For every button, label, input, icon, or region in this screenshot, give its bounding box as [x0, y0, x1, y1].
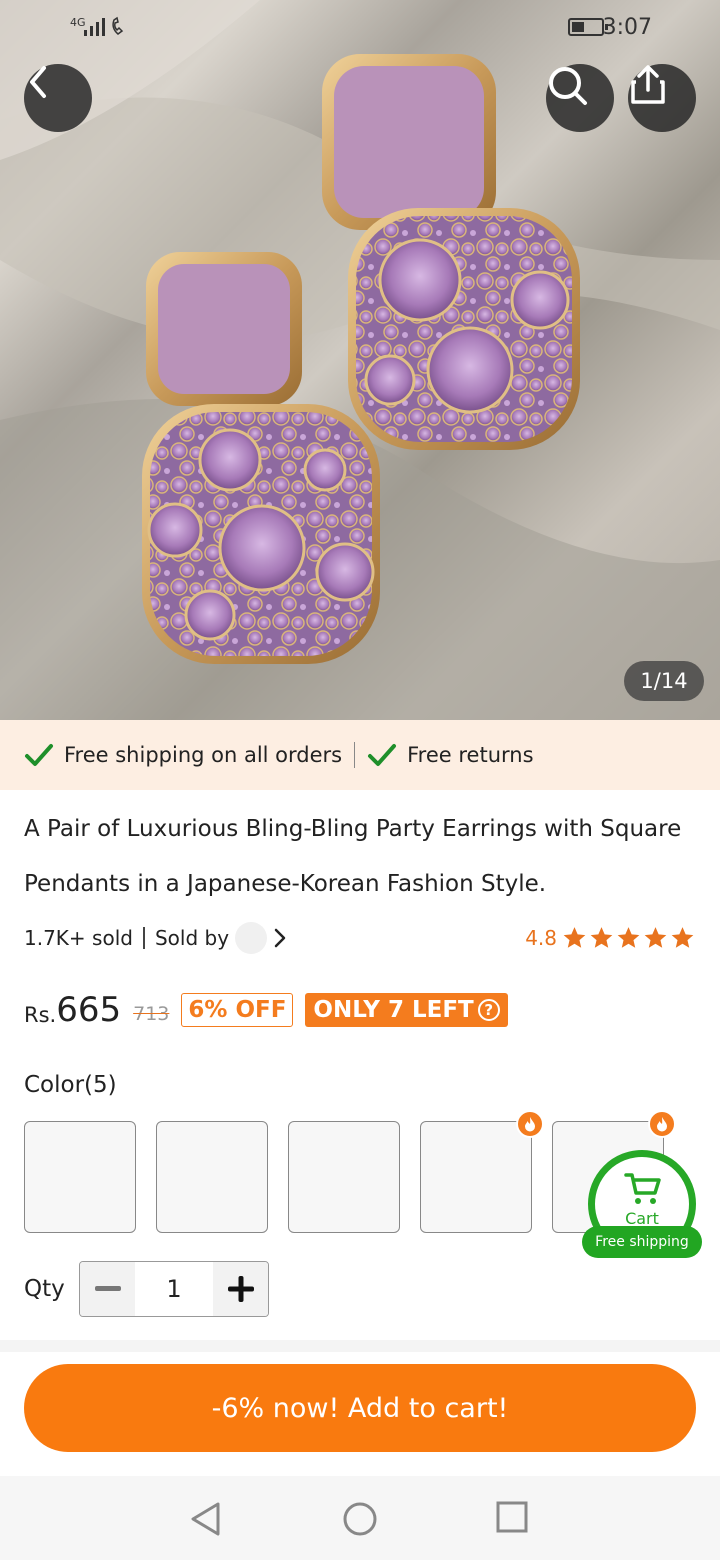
image-counter: 1/14 [624, 661, 704, 701]
current-price: 665 [56, 990, 122, 1030]
divider [354, 742, 356, 768]
cart-icon [624, 1173, 661, 1204]
nav-home-icon[interactable] [341, 1500, 379, 1538]
stock-badge[interactable]: ONLY 7 LEFT ? [305, 993, 508, 1027]
flame-icon [648, 1110, 676, 1138]
rating[interactable]: 4.8 [525, 925, 696, 951]
discount-badge: 6% OFF [181, 993, 294, 1027]
add-to-cart-button[interactable]: -6% now! Add to cart! [24, 1364, 696, 1452]
nav-recents-icon[interactable] [495, 1500, 529, 1534]
color-swatch-4[interactable] [420, 1121, 532, 1233]
minus-icon [94, 1286, 121, 1291]
seller-avatar [235, 922, 268, 954]
color-swatch-3[interactable] [288, 1121, 400, 1233]
currency: Rs. [24, 1003, 57, 1027]
status-bar: 4G 3:07 [0, 0, 720, 56]
share-icon [631, 65, 665, 104]
search-icon [549, 67, 587, 105]
shipping-benefits-bar: Free shipping on all orders Free returns [0, 720, 720, 790]
chevron-left-icon [30, 66, 46, 98]
check-icon [25, 744, 53, 766]
signal-icon: 4G [70, 16, 124, 36]
qty-label: Qty [24, 1276, 65, 1302]
share-button[interactable] [628, 64, 696, 132]
nav-back-icon[interactable] [188, 1500, 224, 1538]
sold-by-label: Sold by [154, 926, 230, 950]
free-shipping-text: Free shipping on all orders [64, 743, 343, 767]
search-button[interactable] [546, 64, 614, 132]
decrease-qty-button[interactable] [80, 1262, 135, 1316]
rating-value: 4.8 [525, 926, 557, 950]
plus-icon [227, 1276, 254, 1302]
star-icon [671, 927, 694, 948]
increase-qty-button[interactable] [213, 1262, 268, 1316]
quantity-stepper: 1 [79, 1261, 269, 1317]
flame-icon [516, 1110, 544, 1138]
product-title: A Pair of Luxurious Bling-Bling Party Ea… [24, 816, 682, 897]
product-meta-row: 1.7K+ sold Sold by 4.8 [24, 918, 696, 958]
divider [142, 927, 145, 949]
battery-icon [568, 18, 608, 36]
color-swatch-1[interactable] [24, 1121, 136, 1233]
chevron-right-icon [274, 928, 286, 948]
free-shipping-badge: Free shipping [582, 1226, 702, 1258]
sold-count: 1.7K+ sold [24, 926, 133, 950]
original-price: 713 [133, 1003, 170, 1025]
quantity-value[interactable]: 1 [135, 1262, 213, 1316]
star-icon [617, 927, 640, 948]
star-rating [561, 925, 696, 951]
sold-by-link[interactable]: Sold by [155, 922, 287, 954]
check-icon [368, 744, 397, 766]
star-icon [590, 927, 613, 948]
star-icon [644, 927, 667, 948]
system-nav-bar [0, 1476, 720, 1560]
back-button[interactable] [24, 64, 92, 132]
section-divider [0, 1340, 720, 1352]
clock: 3:07 [602, 15, 652, 40]
price-row: Rs. 665 713 6% OFF ONLY 7 LEFT ? [24, 985, 508, 1035]
product-image-gallery[interactable]: 4G 3:07 1/14 [0, 0, 720, 720]
color-label: Color(5) [24, 1072, 117, 1098]
stock-text: ONLY 7 LEFT [313, 997, 474, 1023]
star-icon [563, 927, 586, 948]
help-icon: ? [477, 999, 500, 1021]
free-returns-text: Free returns [407, 743, 534, 767]
color-swatch-2[interactable] [156, 1121, 268, 1233]
